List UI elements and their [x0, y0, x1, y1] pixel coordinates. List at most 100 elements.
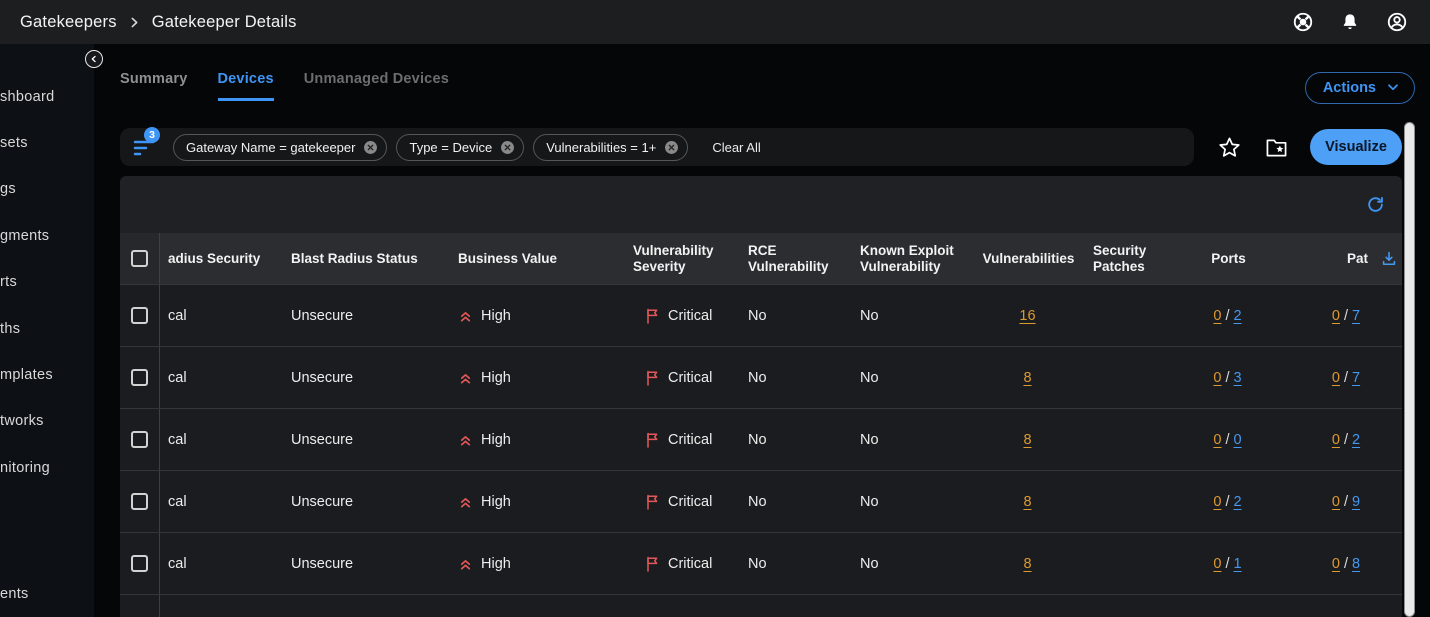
chip-close-icon[interactable] — [664, 140, 679, 155]
patches-open-link[interactable]: 0 — [1332, 308, 1340, 324]
sidebar-collapse-button[interactable] — [85, 50, 103, 68]
tab-summary[interactable]: Summary — [120, 71, 188, 101]
filter-chip[interactable]: Vulnerabilities = 1+ — [533, 134, 688, 161]
chip-close-icon[interactable] — [500, 140, 515, 155]
breadcrumb-current: Gatekeeper Details — [152, 13, 297, 32]
filter-chip[interactable]: Gateway Name = gatekeeper — [173, 134, 387, 161]
column-header-rce-vulnerability[interactable]: RCE Vulnerability — [740, 233, 852, 284]
sidebar-item[interactable]: rts — [0, 274, 17, 290]
row-checkbox[interactable] — [131, 493, 148, 510]
patches-total-link[interactable]: 9 — [1352, 494, 1360, 510]
ports-total-link[interactable]: 0 — [1234, 432, 1242, 448]
cell-known-exploit-vulnerability: No — [852, 347, 970, 408]
patches-total-link[interactable]: 7 — [1352, 370, 1360, 386]
fraction-separator: / — [1344, 432, 1348, 448]
ports-open-link[interactable]: 0 — [1213, 370, 1221, 386]
column-header-blast-radius-status[interactable]: Blast Radius Status — [283, 233, 450, 284]
cell-blast-radius-security: cal — [160, 347, 283, 408]
cell-business-value: High — [450, 347, 625, 408]
patches-open-link[interactable]: 0 — [1332, 494, 1340, 510]
main-content: SummaryDevicesUnmanaged Devices Actions … — [94, 44, 1430, 617]
column-header-label: Ports — [1211, 251, 1246, 267]
column-header-label: RCE Vulnerability — [748, 243, 846, 274]
column-header-vulnerability-severity[interactable]: Vulnerability Severity — [625, 233, 740, 284]
column-header-label: Blast Radius Status — [291, 251, 418, 267]
fraction-separator: / — [1225, 370, 1229, 386]
saved-filters-folder-icon[interactable] — [1265, 137, 1288, 158]
sidebar-item[interactable]: mplates — [0, 367, 53, 383]
vulnerabilities-count-link[interactable]: 16 — [1019, 308, 1035, 324]
row-checkbox[interactable] — [131, 431, 148, 448]
notifications-bell-icon[interactable] — [1340, 11, 1360, 33]
sidebar-item[interactable]: gs — [0, 181, 16, 197]
tab-unmanaged-devices[interactable]: Unmanaged Devices — [304, 71, 449, 101]
ports-open-link[interactable]: 0 — [1213, 556, 1221, 572]
row-checkbox[interactable] — [131, 369, 148, 386]
patches-total-link[interactable]: 7 — [1352, 308, 1360, 324]
chip-close-icon[interactable] — [363, 140, 378, 155]
tab-devices[interactable]: Devices — [218, 71, 274, 101]
breadcrumb-parent[interactable]: Gatekeepers — [20, 13, 117, 32]
business-value-text: High — [481, 494, 511, 510]
filter-icon[interactable]: 3 — [132, 135, 158, 159]
ports-total-link[interactable]: 3 — [1234, 370, 1242, 386]
column-header-pat[interactable]: Pat — [1290, 233, 1402, 284]
sidebar-item[interactable]: ents — [0, 586, 29, 602]
account-circle-icon[interactable] — [1386, 11, 1408, 33]
ports-total-link[interactable]: 2 — [1234, 494, 1242, 510]
ports-total-link[interactable]: 2 — [1234, 308, 1242, 324]
cell-rce-vulnerability: No — [740, 471, 852, 532]
column-header-vulnerabilities[interactable]: Vulnerabilities — [970, 233, 1085, 284]
cell-vulnerabilities: 8 — [970, 533, 1085, 594]
row-select-cell — [120, 533, 160, 594]
row-checkbox[interactable] — [131, 555, 148, 572]
favorite-star-icon[interactable] — [1218, 136, 1241, 159]
ports-open-link[interactable]: 0 — [1213, 432, 1221, 448]
vulnerabilities-count-link[interactable]: 8 — [1023, 370, 1031, 386]
visualize-button[interactable]: Visualize — [1310, 129, 1402, 165]
vulnerabilities-count-link[interactable]: 8 — [1023, 556, 1031, 572]
ports-total-link[interactable]: 1 — [1234, 556, 1242, 572]
cell-vulnerabilities: 8 — [970, 471, 1085, 532]
actions-button[interactable]: Actions — [1305, 72, 1415, 104]
help-lifebuoy-icon[interactable] — [1292, 11, 1314, 33]
ports-open-link[interactable]: 0 — [1213, 494, 1221, 510]
column-header-business-value[interactable]: Business Value — [450, 233, 625, 284]
patches-open-link[interactable]: 0 — [1332, 370, 1340, 386]
column-header-security-patches[interactable]: Security Patches — [1085, 233, 1165, 284]
patches-open-link[interactable]: 0 — [1332, 432, 1340, 448]
ports-open-link[interactable]: 0 — [1213, 308, 1221, 324]
filter-chip[interactable]: Type = Device — [396, 134, 524, 161]
row-checkbox[interactable] — [131, 307, 148, 324]
table-header-row: adius Security Blast Radius Status Busines… — [120, 233, 1402, 284]
cell-known-exploit-vulnerability: No — [852, 285, 970, 346]
sidebar-item[interactable]: nitoring — [0, 460, 50, 476]
sidebar-item[interactable]: shboard — [0, 89, 55, 105]
fraction-separator: / — [1225, 432, 1229, 448]
sidebar-item[interactable]: ths — [0, 321, 20, 337]
sidebar-item[interactable]: tworks — [0, 413, 44, 429]
column-header-adius-security[interactable]: adius Security — [160, 233, 283, 284]
cell-known-exploit-vulnerability: No — [852, 471, 970, 532]
sidebar-item[interactable]: gments — [0, 228, 49, 244]
download-export-icon[interactable] — [1380, 250, 1398, 268]
vulnerabilities-count-link[interactable]: 8 — [1023, 432, 1031, 448]
patches-total-link[interactable]: 2 — [1352, 432, 1360, 448]
business-value-text: High — [481, 308, 511, 324]
patches-total-link[interactable]: 8 — [1352, 556, 1360, 572]
select-all-checkbox[interactable] — [131, 250, 148, 267]
clear-all-button[interactable]: Clear All — [712, 140, 760, 155]
refresh-icon[interactable] — [1366, 195, 1385, 214]
fraction-separator: / — [1344, 308, 1348, 324]
double-chevron-up-icon — [458, 494, 473, 510]
sidebar-item[interactable]: sets — [0, 135, 28, 151]
vulnerabilities-count-link[interactable]: 8 — [1023, 494, 1031, 510]
cell-blast-radius-security: cal — [160, 285, 283, 346]
cell-blast-radius-security: cal — [160, 471, 283, 532]
chevron-right-icon — [128, 16, 141, 29]
patches-open-link[interactable]: 0 — [1332, 556, 1340, 572]
column-header-label: Vulnerability Severity — [633, 243, 734, 274]
vertical-scrollbar[interactable] — [1404, 122, 1415, 617]
column-header-ports[interactable]: Ports — [1165, 233, 1290, 284]
column-header-known-exploit-vulnerability[interactable]: Known Exploit Vulnerability — [852, 233, 970, 284]
